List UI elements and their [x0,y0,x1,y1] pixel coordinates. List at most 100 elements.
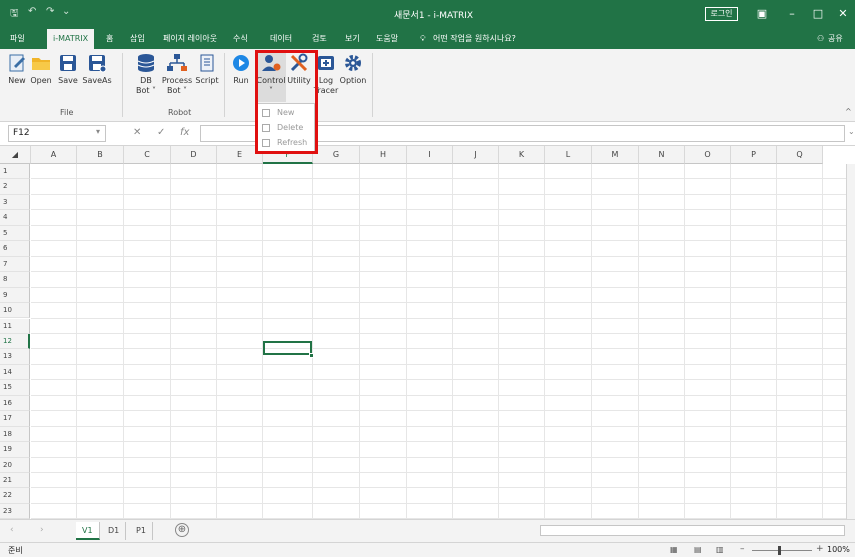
row-header[interactable]: 10 [0,303,30,319]
tab-formulas[interactable]: 수식 [233,29,248,49]
column-header[interactable]: G [313,146,360,164]
enter-icon[interactable]: ✓ [157,127,165,138]
row-header[interactable]: 23 [0,503,30,519]
zoom-out-button[interactable]: – [740,544,745,554]
tab-file[interactable]: 파일 [10,29,25,49]
name-box-value: F12 [13,128,30,138]
expand-formula-bar-icon[interactable]: ⌄ [848,127,855,136]
column-header[interactable]: L [545,146,592,164]
tab-help[interactable]: 도움말 [376,29,398,49]
horizontal-scrollbar[interactable] [540,525,845,536]
maximize-button[interactable]: □ [808,5,828,23]
option-button[interactable]: Option [339,52,367,86]
row-header[interactable]: 6 [0,241,30,257]
column-header[interactable]: N [639,146,685,164]
new-button[interactable]: New [6,52,28,86]
column-header[interactable]: K [499,146,545,164]
cancel-icon[interactable]: ✕ [133,127,141,138]
sheet-tab-d1[interactable]: D1 [102,522,127,540]
open-button[interactable]: Open [28,52,54,86]
row-header[interactable]: 14 [0,364,30,381]
row-header[interactable]: 5 [0,225,30,242]
grid-row-line [31,332,846,334]
redo-icon[interactable]: ↷ [46,6,54,17]
row-header[interactable]: 15 [0,380,30,396]
row-header[interactable]: 2 [0,179,30,195]
tell-me-search[interactable]: 어떤 작업을 원하시나요? [433,29,516,49]
undo-icon[interactable]: ↶ [28,6,36,17]
row-header[interactable]: 9 [0,287,30,304]
row-header[interactable]: 20 [0,457,30,473]
row-header[interactable]: 3 [0,194,30,211]
name-box[interactable]: F12 [8,125,106,142]
column-header[interactable]: Q [777,146,823,164]
row-header[interactable]: 13 [0,349,30,365]
row-header[interactable]: 12 [0,333,30,350]
name-box-dropdown-icon[interactable]: ▾ [96,127,100,136]
row-header[interactable]: 22 [0,488,30,504]
sheet-tab-p1[interactable]: P1 [130,522,153,540]
tab-i-matrix[interactable]: i-MATRIX [47,29,95,49]
save-as-button[interactable]: SaveAs [82,52,112,86]
row-header[interactable]: 21 [0,473,30,489]
ribbon: New Open Save SaveAs File DB Bot ˅ Proce… [0,49,855,122]
ribbon-display-options-icon[interactable]: ▣ [752,5,772,23]
row-header[interactable]: 7 [0,256,30,273]
sheet-tab-v1[interactable]: V1 [76,522,100,540]
column-header[interactable]: P [731,146,777,164]
column-header[interactable]: M [592,146,639,164]
column-header[interactable]: C [124,146,171,164]
row-header[interactable]: 17 [0,411,30,427]
zoom-slider[interactable] [752,550,812,551]
column-header[interactable]: B [77,146,124,164]
column-header[interactable]: O [685,146,731,164]
page-break-view-icon[interactable]: ▥ [716,545,724,554]
zoom-in-button[interactable]: + [816,544,824,554]
tab-insert[interactable]: 삽입 [130,29,145,49]
close-button[interactable]: ✕ [833,5,853,23]
zoom-level[interactable]: 100% [827,545,850,554]
zoom-slider-thumb[interactable] [778,546,781,555]
login-button[interactable]: 로그인 [705,7,738,21]
grid-row-line [31,224,846,226]
select-all-corner[interactable]: ◢ [0,146,31,164]
ribbon-tab-bar: 파일 i-MATRIX 홈 삽입 페이지 레이아웃 수식 데이터 검토 보기 도… [0,29,855,49]
process-bot-button[interactable]: Process Bot ˅ [161,52,193,96]
tab-view[interactable]: 보기 [345,29,360,49]
vertical-scrollbar[interactable] [846,164,855,519]
tab-data[interactable]: 데이터 [270,29,292,49]
insert-function-icon[interactable]: fx [180,127,189,138]
row-header[interactable]: 4 [0,210,30,226]
tab-home[interactable]: 홈 [106,29,113,49]
tab-review[interactable]: 검토 [312,29,327,49]
minimize-button[interactable]: – [782,5,802,23]
row-header[interactable]: 1 [0,164,30,180]
column-header[interactable]: D [171,146,217,164]
spreadsheet-grid[interactable]: ◢ ABCDEFGHIJKLMNOPQ 1 2 3 4 5 6 7 8 9 10 11 12 13 14 1… [0,146,855,519]
page-layout-view-icon[interactable]: ▤ [694,545,702,554]
row-header[interactable]: 11 [0,318,30,334]
row-header[interactable]: 19 [0,442,30,458]
column-header[interactable]: A [31,146,77,164]
normal-view-icon[interactable]: ▦ [670,545,678,554]
column-header[interactable]: I [407,146,453,164]
column-header[interactable]: H [360,146,407,164]
row-header[interactable]: 8 [0,272,30,288]
active-cell[interactable] [263,341,312,355]
customize-quick-access-icon[interactable]: ⌄ [62,6,70,17]
tab-page-layout[interactable]: 페이지 레이아웃 [163,29,217,49]
save-button[interactable]: Save [56,52,80,86]
script-button[interactable]: Script [193,52,221,86]
next-sheet-icon[interactable]: › [40,525,44,535]
share-button[interactable]: 공유 [828,29,843,49]
run-button[interactable]: Run [230,52,252,86]
column-header[interactable]: J [453,146,499,164]
row-header[interactable]: 16 [0,395,30,412]
collapse-ribbon-icon[interactable]: ^ [845,107,852,116]
quick-save-icon[interactable]: 🖫 [10,6,19,23]
row-header[interactable]: 18 [0,426,30,443]
prev-sheet-icon[interactable]: ‹ [10,525,14,535]
fill-handle[interactable] [309,353,314,358]
db-bot-button[interactable]: DB Bot ˅ [133,52,159,96]
add-sheet-button[interactable]: ⊕ [175,523,189,537]
